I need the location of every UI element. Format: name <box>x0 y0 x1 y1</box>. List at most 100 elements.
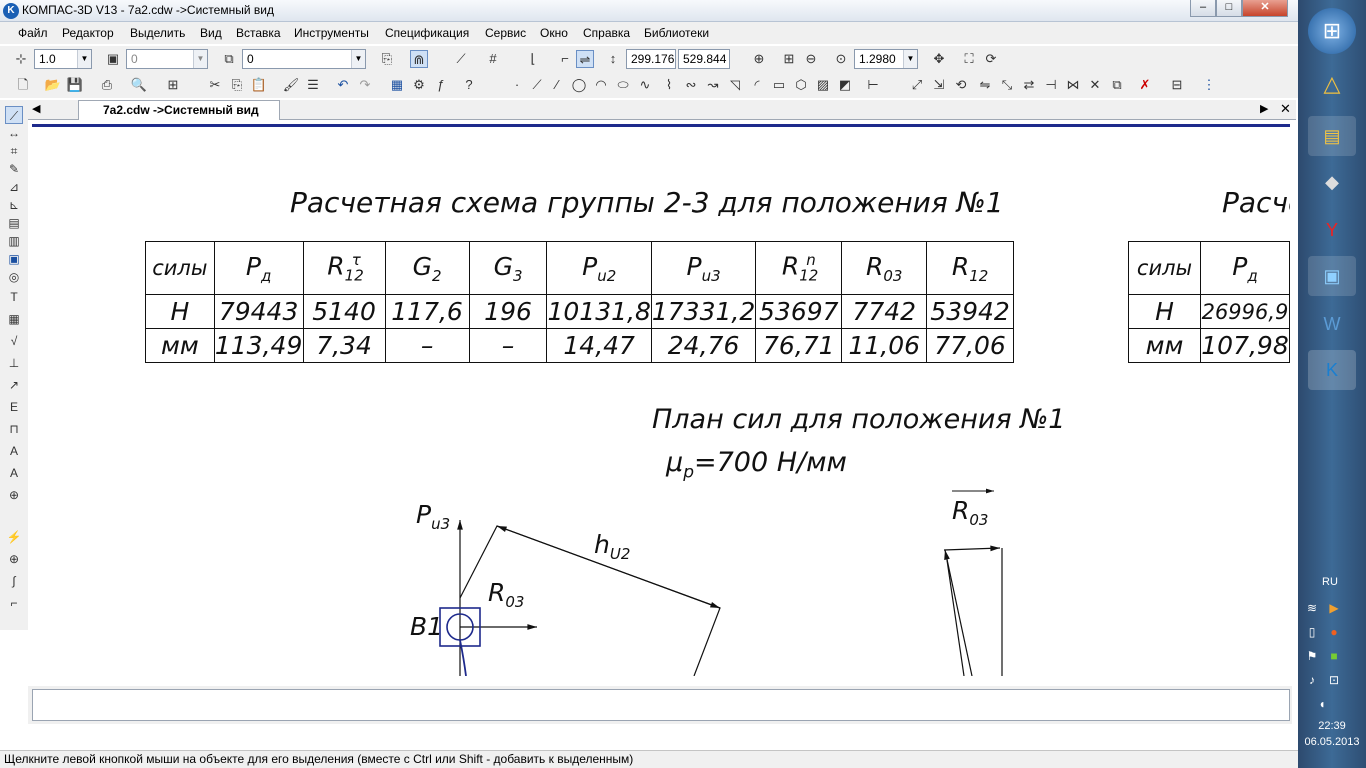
snap-icon[interactable]: ⊹ <box>12 50 30 68</box>
zoom-scale-icon[interactable]: ⊙ <box>832 50 850 68</box>
mirror-icon[interactable]: ⇋ <box>976 76 994 94</box>
ortho-icon[interactable]: ⟋ <box>452 50 470 68</box>
zoom-combo[interactable]: 1.2980 ▼ <box>854 49 918 69</box>
flag-icon[interactable]: ⚑ <box>1304 648 1320 664</box>
dimension-icon[interactable]: ⊢ <box>864 76 882 94</box>
undo-icon[interactable]: ↶ <box>334 76 352 94</box>
menu-tools[interactable]: Инструменты <box>294 26 369 40</box>
hatch-icon[interactable]: ▨ <box>814 76 832 94</box>
segment-icon[interactable]: ⁄ <box>548 76 566 94</box>
report-panel-icon[interactable]: ◎ <box>5 268 23 286</box>
menu-specification[interactable]: Спецификация <box>385 26 469 40</box>
break-line-icon[interactable]: ⌐ <box>5 594 23 612</box>
select-panel-icon[interactable]: ▤ <box>5 214 23 232</box>
paste-icon[interactable]: 📋 <box>250 76 268 94</box>
language-indicator[interactable]: RU <box>1322 576 1338 588</box>
cut-line-icon[interactable]: A <box>5 442 23 460</box>
redo-icon[interactable]: ↷ <box>356 76 374 94</box>
tree-icon[interactable]: ▦ <box>388 76 406 94</box>
line-icon[interactable]: ⟋ <box>528 76 546 94</box>
leader-icon[interactable]: ↗ <box>5 376 23 394</box>
measure-icon[interactable]: ⋮ <box>1200 76 1218 94</box>
variables-icon[interactable]: ƒ <box>432 76 450 94</box>
menu-view[interactable]: Вид <box>200 26 222 40</box>
view-combo[interactable]: 0 ▼ <box>126 49 208 69</box>
edit-icon[interactable]: ⤢ <box>908 76 926 94</box>
trim-icon[interactable]: ⊣ <box>1042 76 1060 94</box>
wave-line-icon[interactable]: ∫ <box>5 572 23 590</box>
properties-list-icon[interactable]: ☰ <box>304 76 322 94</box>
volume-icon[interactable]: ♪ <box>1304 672 1320 688</box>
save-icon[interactable]: 💾 <box>66 76 84 94</box>
scale-combo[interactable]: 1.0 ▼ <box>34 49 92 69</box>
measure-panel-icon[interactable]: ⊾ <box>5 196 23 214</box>
grid-icon[interactable]: # <box>484 50 502 68</box>
clock-date[interactable]: 06.05.2013 <box>1298 736 1366 748</box>
base-icon[interactable]: ⊥ <box>5 354 23 372</box>
properties-panel-field[interactable] <box>32 689 1290 721</box>
minimize-button[interactable]: – <box>1190 0 1216 17</box>
menu-help[interactable]: Справка <box>583 26 630 40</box>
rectangle-icon[interactable]: ▭ <box>770 76 788 94</box>
spec-panel-icon[interactable]: ▣ <box>5 250 23 268</box>
arc-icon[interactable]: ◠ <box>592 76 610 94</box>
zoom-in-icon[interactable]: ⊕ <box>750 50 768 68</box>
polyline-icon[interactable]: ⌇ <box>660 76 678 94</box>
chamfer-icon[interactable]: ◹ <box>726 76 744 94</box>
edit-panel-icon[interactable]: ✎ <box>5 160 23 178</box>
properties-icon[interactable]: ⎘ <box>378 50 396 68</box>
speaker-icon[interactable]: ◖ <box>1314 696 1330 712</box>
flash-icon[interactable]: ⚡ <box>5 528 23 546</box>
tab-scroll-left-icon[interactable]: ◀ <box>32 102 40 115</box>
taskbar-app-icon[interactable]: △ <box>1308 64 1356 104</box>
copy-object-icon[interactable]: ⧉ <box>1108 76 1126 94</box>
print-icon[interactable]: ⎙ <box>98 76 116 94</box>
word-icon[interactable]: W <box>1308 304 1356 344</box>
yandex-browser-icon[interactable]: Y <box>1308 210 1356 250</box>
circle-icon[interactable]: ◯ <box>570 76 588 94</box>
deform-icon[interactable]: ⇄ <box>1020 76 1038 94</box>
geometry-panel-icon[interactable]: ⟋ <box>5 106 23 124</box>
zoom-window-icon[interactable]: ⊞ <box>780 50 798 68</box>
round-icon[interactable]: ⇌ <box>576 50 594 68</box>
mark-icon[interactable]: A <box>5 464 23 482</box>
center-mark-icon[interactable]: ⊕ <box>5 486 23 504</box>
guitar-pro-icon[interactable]: ◆ <box>1308 162 1356 202</box>
polygon-icon[interactable]: ⬡ <box>792 76 810 94</box>
library-manager-icon[interactable]: ⚙ <box>410 76 428 94</box>
layer-icon[interactable]: ⧉ <box>220 50 238 68</box>
spline-icon[interactable]: ∿ <box>636 76 654 94</box>
coord-x-field[interactable]: 299.176 <box>626 49 676 69</box>
image-viewer-icon[interactable]: ▣ <box>1308 256 1356 296</box>
rotate-icon[interactable]: ⟲ <box>952 76 970 94</box>
menu-libraries[interactable]: Библиотеки <box>644 26 709 40</box>
menu-insert[interactable]: Вставка <box>236 26 281 40</box>
table-icon[interactable]: ▦ <box>5 310 23 328</box>
open-file-icon[interactable]: 📂 <box>44 76 62 94</box>
tab-scroll-right-icon[interactable]: ▶ <box>1260 102 1268 115</box>
menu-service[interactable]: Сервис <box>485 26 526 40</box>
menu-file[interactable]: Файл <box>18 26 48 40</box>
format-brush-icon[interactable]: 🖌 <box>282 76 300 94</box>
move-icon[interactable]: ⇲ <box>930 76 948 94</box>
scale-icon[interactable]: ⤡ <box>998 76 1016 94</box>
media-icon[interactable]: ▶ <box>1326 600 1342 616</box>
drawing-canvas[interactable]: Расчетная схема группы 2-3 для положения… <box>32 120 1290 676</box>
tab-document[interactable]: 7a2.cdw ->Системный вид <box>78 100 280 120</box>
ortho-mode-icon[interactable]: ⌐ <box>556 50 574 68</box>
close-button[interactable]: ✕ <box>1242 0 1288 17</box>
delete-icon[interactable]: ✗ <box>1136 76 1154 94</box>
menu-edit[interactable]: Редактор <box>62 26 114 40</box>
ellipse-icon[interactable]: ⬭ <box>614 76 632 94</box>
parametric-icon[interactable]: ⊟ <box>1168 76 1186 94</box>
bezier-icon[interactable]: ∾ <box>682 76 700 94</box>
zoom-out-icon[interactable]: ⊖ <box>802 50 820 68</box>
roughness-icon[interactable]: √ <box>5 332 23 350</box>
menu-window[interactable]: Окно <box>540 26 568 40</box>
text-icon[interactable]: T <box>5 288 23 306</box>
folder-icon[interactable]: ▤ <box>1308 116 1356 156</box>
chevron-down-icon[interactable]: ▼ <box>77 50 91 68</box>
show-all-icon[interactable]: ⛶ <box>960 50 978 68</box>
chevron-down-icon[interactable]: ▼ <box>193 50 207 68</box>
chevron-down-icon[interactable]: ▼ <box>351 50 365 68</box>
